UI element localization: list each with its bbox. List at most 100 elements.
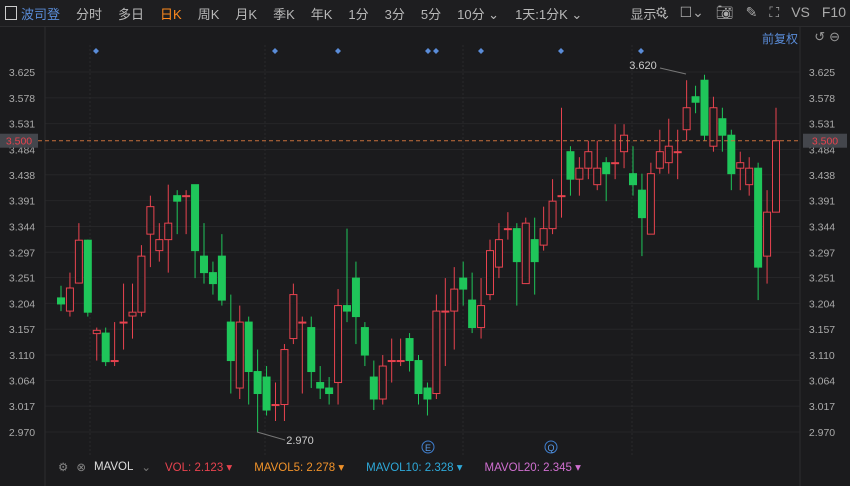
candle xyxy=(334,305,343,384)
y-tick-label: 3.391 xyxy=(809,196,835,208)
candle xyxy=(664,145,673,164)
candle xyxy=(754,167,763,268)
candle xyxy=(637,189,646,219)
candle xyxy=(486,250,494,296)
candle xyxy=(414,360,423,395)
candle xyxy=(351,277,360,318)
candle xyxy=(566,151,575,180)
y-tick-label: 3.204 xyxy=(9,298,35,310)
candle xyxy=(494,239,503,268)
candle xyxy=(387,360,396,363)
candle xyxy=(280,349,289,406)
indicator-dropdown-icon[interactable]: ⌄ xyxy=(141,460,151,474)
candle xyxy=(503,228,512,231)
candle xyxy=(164,222,173,241)
y-tick-label: 3.391 xyxy=(9,196,35,208)
candle xyxy=(343,305,351,312)
event-diamond-icon xyxy=(335,48,341,54)
candle xyxy=(530,239,539,263)
candle xyxy=(718,118,727,136)
candle xyxy=(602,162,611,175)
event-diamond-icon xyxy=(425,48,431,54)
candle xyxy=(593,167,602,186)
event-diamond-icon xyxy=(638,48,644,54)
candle xyxy=(441,310,450,313)
y-tick-label: 3.017 xyxy=(809,401,835,413)
candle xyxy=(191,184,200,252)
y-tick-label: 3.625 xyxy=(9,67,35,79)
candle xyxy=(65,287,74,312)
candle xyxy=(146,206,155,235)
y-tick-label: 3.064 xyxy=(9,375,35,387)
y-tick-label: 3.297 xyxy=(9,247,35,259)
candle xyxy=(74,239,83,284)
candle xyxy=(378,365,387,400)
candle xyxy=(173,195,182,202)
candle xyxy=(691,96,700,103)
y-tick-label: 3.017 xyxy=(9,401,35,413)
candle xyxy=(575,167,584,180)
y-tick-label: 3.531 xyxy=(809,119,835,131)
mavol10-label: MAVOL10: 2.328 ▾ xyxy=(366,462,463,474)
candle xyxy=(226,321,235,362)
candle xyxy=(360,327,369,356)
y-tick-label: 3.110 xyxy=(809,350,835,362)
last-price-label: 3.500 xyxy=(812,136,838,148)
candle xyxy=(673,151,682,154)
event-diamond-icon xyxy=(558,48,564,54)
candle xyxy=(200,255,208,274)
y-tick-label: 3.531 xyxy=(9,119,35,131)
candle xyxy=(655,151,664,169)
event-marker-label: Q xyxy=(547,443,554,453)
candle xyxy=(83,239,92,313)
candle xyxy=(128,311,137,317)
y-tick-label: 3.251 xyxy=(9,273,35,285)
vol-label: VOL: 2.123 ▾ xyxy=(165,462,233,474)
candle xyxy=(539,228,548,246)
candle xyxy=(611,162,620,165)
indicator-name[interactable]: MAVOL xyxy=(94,461,133,473)
candle xyxy=(316,382,325,389)
candle xyxy=(450,288,459,312)
candle xyxy=(298,321,307,324)
candle xyxy=(271,404,280,407)
candle xyxy=(101,332,110,363)
candle xyxy=(477,305,486,329)
candle xyxy=(235,321,244,389)
candle xyxy=(700,79,709,136)
candle xyxy=(521,222,530,285)
y-tick-label: 3.110 xyxy=(9,350,35,362)
y-tick-label: 3.625 xyxy=(809,67,835,79)
candle xyxy=(208,272,217,285)
candle xyxy=(646,173,655,235)
candle xyxy=(512,228,521,263)
candle xyxy=(432,310,441,395)
candle xyxy=(682,107,691,131)
mavol5-label: MAVOL5: 2.278 ▾ xyxy=(254,462,345,474)
y-tick-label: 3.251 xyxy=(809,273,835,285)
y-tick-label: 3.344 xyxy=(809,221,835,233)
y-tick-label: 3.204 xyxy=(809,298,835,310)
candle xyxy=(772,140,780,213)
candle xyxy=(307,327,316,373)
candle xyxy=(459,277,468,290)
y-tick-label: 3.578 xyxy=(809,93,835,105)
event-diamond-icon xyxy=(272,48,278,54)
event-diamond-icon xyxy=(478,48,484,54)
event-diamond-icon xyxy=(93,48,99,54)
candle xyxy=(763,211,772,257)
y-tick-label: 3.297 xyxy=(809,247,835,259)
high-label: 3.620 xyxy=(629,60,657,72)
indicator-settings-icon[interactable]: ⚙ xyxy=(58,460,68,474)
y-tick-label: 3.157 xyxy=(9,324,35,336)
candlestick-chart[interactable]: 3.625 3.6253.578 3.5783.531 3.5313.484 3.484… xyxy=(0,0,850,486)
low-pointer xyxy=(256,431,286,441)
y-tick-label: 2.970 xyxy=(809,427,835,439)
low-label: 2.970 xyxy=(286,435,314,447)
candle xyxy=(110,360,119,363)
y-tick-label: 3.438 xyxy=(9,170,35,182)
indicator-close-icon[interactable]: ⊗ xyxy=(76,460,86,474)
y-tick-label: 2.970 xyxy=(9,427,35,439)
candle xyxy=(629,173,637,186)
candle xyxy=(137,255,146,313)
